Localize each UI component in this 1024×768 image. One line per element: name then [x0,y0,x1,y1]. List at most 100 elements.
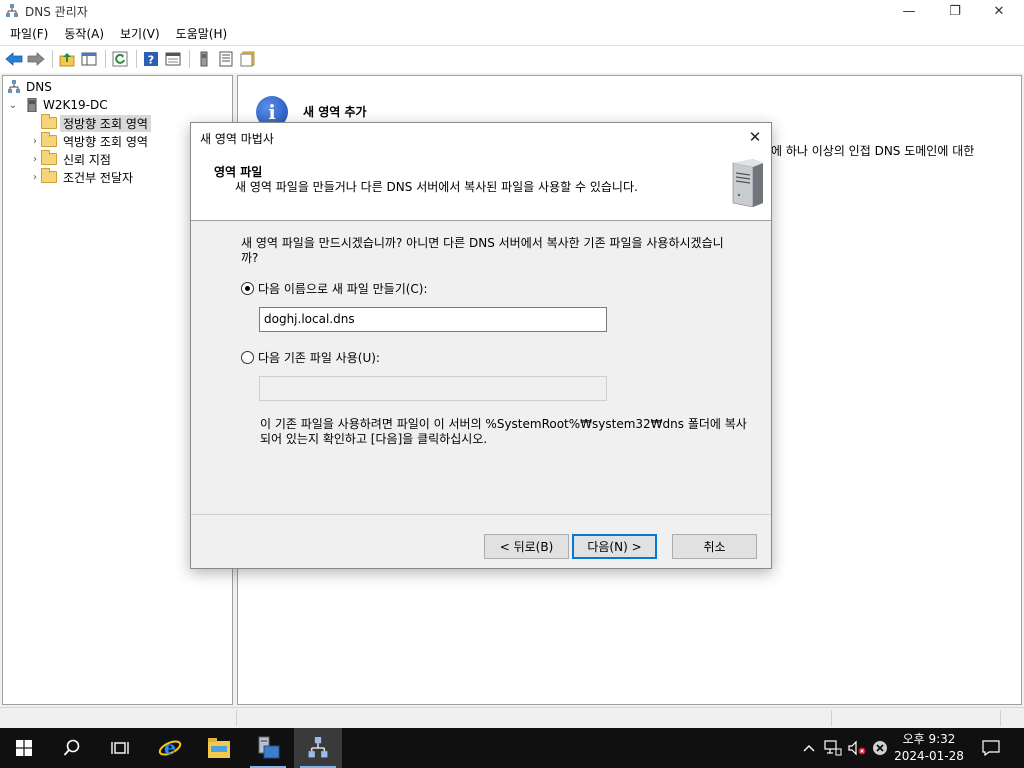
file-explorer-button[interactable] [195,728,243,768]
refresh-icon [112,51,128,66]
tree-item-forward-lookup-zones[interactable]: 정방향 조회 영역 [41,114,151,132]
search-button[interactable] [48,728,96,768]
close-icon: ✕ [748,128,762,146]
next-button[interactable]: 다음(N) > [572,534,657,559]
help-button[interactable]: ? [141,49,161,69]
folder-icon [41,168,57,183]
close-button[interactable]: ✕ [976,0,1022,22]
header-subtitle: 새 영역 파일을 만들거나 다른 DNS 서버에서 복사된 파일을 사용할 수 … [235,180,638,194]
tree-item-conditional-forwarders[interactable]: › 조건부 전달자 [29,168,136,186]
radio-create-new[interactable] [241,282,254,295]
minimize-icon: — [902,3,916,19]
back-button[interactable] [4,49,24,69]
tree-label: 역방향 조회 영역 [63,134,148,149]
server-manager-button[interactable] [244,728,292,768]
wizard-question: 새 영역 파일을 만드시겠습니까? 아니면 다른 DNS 서버에서 복사한 기존… [241,236,724,265]
status-divider [831,710,832,726]
toolbar-separator [52,49,53,68]
close-icon: ✕ [993,3,1005,19]
chevron-right-icon[interactable]: › [29,154,41,165]
server-icon [200,51,208,66]
start-button[interactable] [0,728,48,768]
option-create-label: 다음 이름으로 새 파일 만들기(C): [258,282,428,296]
tree-label: W2K19-DC [43,98,108,112]
server-button[interactable] [194,49,214,69]
menu-file[interactable]: 파일(F) [4,25,54,42]
zone-button[interactable] [238,49,258,69]
minimize-button[interactable]: — [886,0,932,22]
internet-explorer-icon: e [158,737,182,759]
status-bar [0,707,1024,728]
status-divider [1000,710,1001,726]
up-folder-button[interactable] [57,49,77,69]
chevron-down-icon[interactable]: ⌄ [7,100,19,111]
existing-file-name-input [259,376,607,401]
tree-item-server[interactable]: ⌄ W2K19-DC [7,96,111,114]
wizard-note: 이 기존 파일을 사용하려면 파일이 이 서버의 %SystemRoot%₩sy… [260,417,747,446]
help-icon: ? [144,51,158,66]
menu-help[interactable]: 도움말(H) [170,25,234,42]
svg-text:e: e [164,737,176,759]
radio-use-existing[interactable] [241,351,254,364]
chevron-right-icon[interactable]: › [29,172,41,183]
error-icon [873,741,887,755]
forward-button[interactable] [26,49,46,69]
error-status-button[interactable] [870,728,890,768]
toolbar: ? [0,45,1024,71]
option-existing-label: 다음 기존 파일 사용(U): [258,351,380,365]
dialog-close-button[interactable]: ✕ [745,127,765,147]
volume-button[interactable] [846,728,868,768]
dns-icon [8,80,20,93]
option-use-existing-file[interactable]: 다음 기존 파일 사용(U): [241,349,380,366]
new-file-name-input[interactable]: doghj.local.dns [259,307,607,332]
start-icon [16,740,32,756]
search-icon [63,739,80,756]
task-view-button[interactable] [96,728,144,768]
properties-button[interactable] [163,49,183,69]
clock[interactable]: 오후 9:32 2024-01-28 [893,731,965,765]
status-divider [236,710,237,726]
folder-icon [41,150,57,165]
show-hide-tree-button[interactable] [79,49,99,69]
server-icon [27,98,37,112]
refresh-button[interactable] [110,49,130,69]
folder-icon [41,132,57,147]
network-icon [824,740,842,756]
notification-icon [982,740,1000,756]
internet-explorer-button[interactable]: e [146,728,194,768]
tree-item-dns[interactable]: DNS [7,78,55,96]
volume-muted-icon [848,740,866,756]
cancel-button[interactable]: 취소 [672,534,757,559]
window-title: DNS 관리자 [25,4,88,19]
dns-manager-button[interactable] [294,728,342,768]
maximize-icon: ❐ [949,3,961,19]
list-icon [219,51,233,66]
maximize-button[interactable]: ❐ [932,0,978,22]
dialog-title-bar: 새 영역 마법사 ✕ [191,123,771,151]
svg-text:?: ? [148,53,154,66]
dialog-header: 영역 파일 새 영역 파일을 만들거나 다른 DNS 서버에서 복사된 파일을 … [191,151,771,221]
properties-icon [165,52,181,65]
back-button[interactable]: < 뒤로(B) [484,534,569,559]
forward-icon [27,51,45,66]
server-tower-icon [732,159,763,207]
list-button[interactable] [216,49,236,69]
show-hidden-icons-button[interactable] [800,728,818,768]
dialog-title: 새 영역 마법사 [200,132,274,146]
tree-label: DNS [26,80,52,94]
file-explorer-icon [208,738,230,758]
folder-icon [41,114,57,129]
server-manager-icon [258,736,280,759]
menu-view[interactable]: 보기(V) [114,25,166,42]
chevron-right-icon[interactable]: › [29,136,41,147]
tree-label: 정방향 조회 영역 [60,114,151,132]
tree-item-reverse-lookup-zones[interactable]: › 역방향 조회 영역 [29,132,151,150]
notification-center-button[interactable] [978,728,1004,768]
network-button[interactable] [822,728,844,768]
menu-action[interactable]: 동작(A) [58,25,110,42]
toolbar-separator [105,49,106,68]
option-create-new-file[interactable]: 다음 이름으로 새 파일 만들기(C): [241,280,428,297]
new-zone-wizard-dialog: 새 영역 마법사 ✕ 영역 파일 새 영역 파일을 만들거나 다른 DNS 서버… [190,122,772,569]
tree-item-trust-points[interactable]: › 신뢰 지점 [29,150,114,168]
content-text: 에 하나 이상의 인접 DNS 도메인에 대한 [771,144,975,158]
